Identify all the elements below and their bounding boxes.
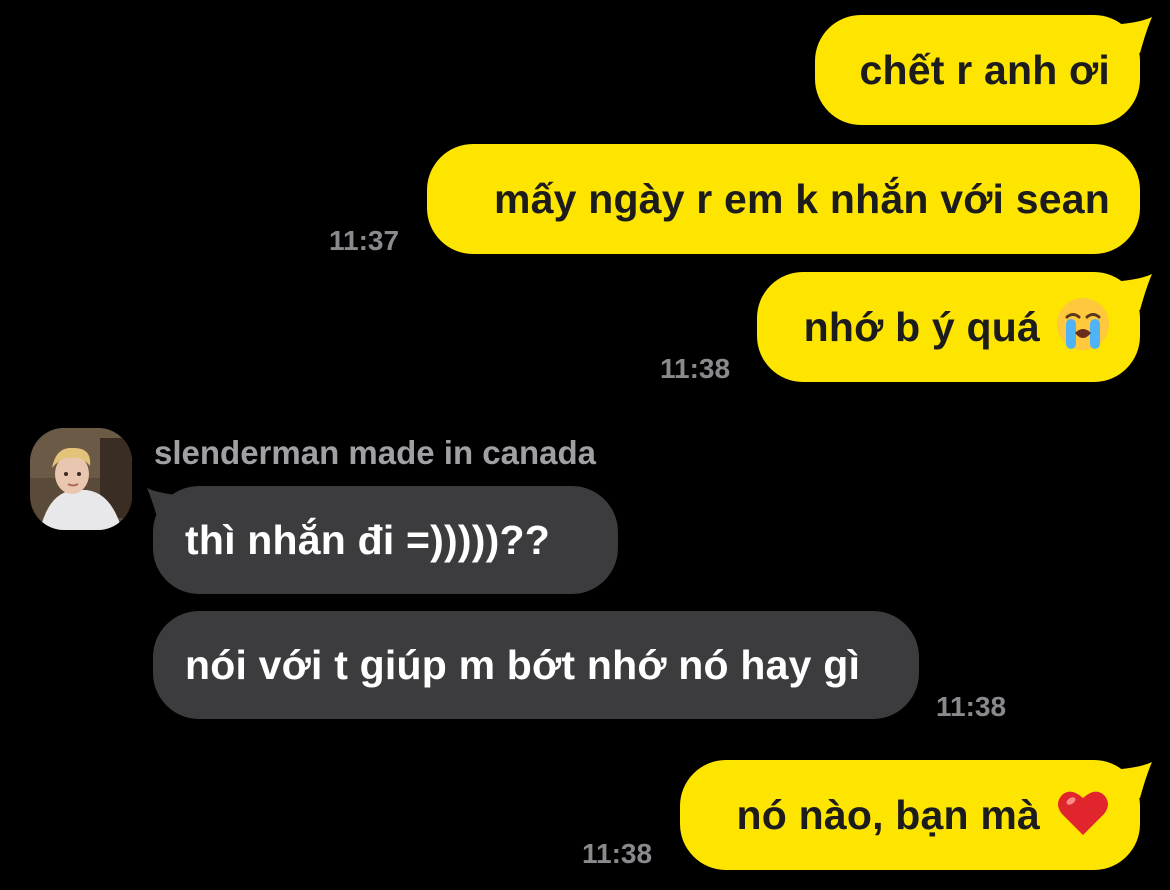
message-text: nó nào, bạn mà (736, 791, 1040, 838)
message-text: mấy ngày r em k nhắn với sean (493, 175, 1110, 222)
message-timestamp: 11:38 (660, 353, 731, 384)
outgoing-message-bubble[interactable]: nhớ b ý quá (757, 272, 1140, 382)
outgoing-message-bubble[interactable]: chết r anh ơi (815, 15, 1140, 125)
message-text: nhớ b ý quá (803, 303, 1040, 350)
message-timestamp: 11:37 (329, 225, 400, 256)
bubble-tail-right (1110, 762, 1152, 798)
outgoing-message-bubble[interactable]: mấy ngày r em k nhắn với sean (427, 144, 1140, 254)
message-timestamp: 11:38 (936, 691, 1007, 722)
message-text: thì nhắn đi =)))))?? (185, 516, 550, 563)
message-text: nói với t giúp m bớt nhớ nó hay gì (185, 641, 861, 688)
bubble-tail-right (1110, 17, 1152, 53)
loudly-crying-face-icon (1056, 297, 1110, 358)
red-heart-icon (1056, 787, 1110, 844)
incoming-message-bubble[interactable]: thì nhắn đi =)))))?? (153, 486, 618, 594)
contact-avatar[interactable] (30, 428, 132, 530)
contact-name: slenderman made in canada (154, 434, 597, 471)
bubble-tail-right (1110, 274, 1152, 310)
message-timestamp: 11:38 (582, 838, 653, 869)
outgoing-message-bubble[interactable]: nó nào, bạn mà (680, 760, 1140, 870)
message-text: chết r anh ơi (859, 46, 1110, 93)
incoming-message-bubble[interactable]: nói với t giúp m bớt nhớ nó hay gì (153, 611, 919, 719)
